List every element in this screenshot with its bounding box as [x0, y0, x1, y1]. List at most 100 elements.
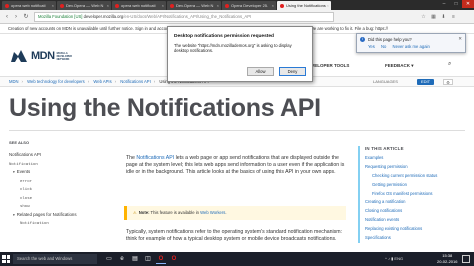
url-path: /en-US/docs/Web/API/Notifications_API/Us…	[123, 14, 252, 19]
tray-up-icon[interactable]: ^ ♪ ▮	[385, 256, 394, 261]
never-ask-link[interactable]: Never ask me again	[393, 44, 430, 49]
tab-label: opera web notificati	[11, 3, 46, 8]
feedback-yes-link[interactable]: Yes	[368, 44, 375, 49]
close-window-icon[interactable]: ✕	[462, 0, 474, 8]
search-icon[interactable]: ⌕	[448, 61, 451, 68]
task-view-icon[interactable]: ▭	[104, 254, 114, 264]
url-input[interactable]: Mozilla Foundation [US] developer.mozill…	[34, 12, 334, 22]
breadcrumb-link-web-tech[interactable]: Web technology for developers	[27, 79, 85, 84]
breadcrumb-link-web-apis[interactable]: Web APIs	[93, 79, 111, 84]
tab-close-icon[interactable]: ×	[162, 1, 164, 10]
language-indicator[interactable]: ENG	[394, 256, 403, 261]
browser-tab[interactable]: Opera Developer 25. ×	[222, 1, 276, 10]
sidebar-item[interactable]: error	[9, 177, 109, 186]
sidebar-item[interactable]: Notification	[9, 219, 109, 228]
allow-button[interactable]: Allow	[247, 67, 274, 76]
tab-close-icon[interactable]: ×	[107, 1, 109, 10]
opera-developer-icon[interactable]: O	[169, 254, 179, 264]
tab-close-icon[interactable]: ×	[327, 1, 329, 10]
more-options-icon[interactable]: ⚙	[443, 79, 453, 85]
toc-link[interactable]: Replacing existing notifications	[365, 225, 468, 234]
maximize-icon[interactable]: □	[450, 0, 462, 8]
tab-close-icon[interactable]: ×	[217, 1, 219, 10]
minimize-icon[interactable]: –	[438, 0, 450, 8]
web-workers-link[interactable]: Web Workers	[200, 210, 225, 215]
warning-icon: ⚠	[133, 210, 137, 215]
dialog-title: Desktop notifications permission request…	[174, 34, 274, 39]
tab-close-icon[interactable]: ×	[52, 1, 54, 10]
toc-link[interactable]: Requesting permission	[365, 163, 468, 172]
tab-favicon-icon	[60, 3, 64, 8]
store-icon[interactable]: ◫	[143, 254, 153, 264]
toc-link[interactable]: Notification events	[365, 216, 468, 225]
edge-icon[interactable]: e	[117, 254, 127, 264]
notification-permission-dialog: Desktop notifications permission request…	[167, 26, 313, 82]
sidebar-item[interactable]: show	[9, 202, 109, 211]
browser-tab[interactable]: Using the Notifications ×	[277, 1, 331, 10]
system-tray: ^ ♪ ▮ ENG	[385, 254, 411, 264]
toc-link[interactable]: Examples	[365, 154, 468, 163]
opera-browser-icon[interactable]: O	[156, 254, 166, 264]
toc-link[interactable]: Specifications	[365, 234, 468, 243]
tab-close-icon[interactable]: ×	[272, 1, 274, 10]
tab-label: opera web notificati	[121, 3, 156, 8]
clock[interactable]: 15:38 20-02-2016	[437, 253, 457, 264]
sidebar-item-label: click	[20, 188, 33, 192]
mdn-dino-icon	[11, 50, 27, 62]
notifications-api-link[interactable]: Notifications API	[136, 155, 174, 161]
table-of-contents: IN THIS ARTICLE Examples Requesting permi…	[358, 146, 468, 243]
browser-tab[interactable]: opera web notificati ×	[112, 1, 166, 10]
feedback-popup: i Did this page help you? ✕ Yes No Never…	[356, 33, 466, 53]
sidebar-item[interactable]: Notifications API	[9, 151, 109, 160]
sidebar-item[interactable]: close	[9, 194, 109, 203]
mdn-logo[interactable]: MDN MOZILLA DEVELOPER NETWORK	[10, 48, 72, 64]
browser-tab[interactable]: opera web notificati ×	[2, 1, 56, 10]
sidebar-item-label: close	[20, 196, 33, 201]
languages-menu[interactable]: LANGUAGES	[373, 77, 398, 87]
windows-start-icon[interactable]	[2, 255, 10, 263]
toc-link[interactable]: Closing notifications	[365, 207, 468, 216]
menu-icon[interactable]: ≡	[450, 14, 457, 21]
clock-date: 20-02-2016	[437, 258, 458, 264]
note-text: This feature is available in	[149, 210, 201, 215]
reload-icon[interactable]: ↻	[22, 13, 30, 21]
toc-link[interactable]: Checking current permission status	[365, 172, 468, 181]
taskbar-search-input[interactable]: Search the web and Windows	[13, 254, 97, 264]
browser-tab[interactable]: Dev.Opera — Web N ×	[57, 1, 111, 10]
see-also-sidebar: SEE ALSO Notifications API Notification ▾ E…	[9, 140, 109, 228]
taskbar-apps: ▭ e ▤ ◫ O O	[104, 254, 179, 264]
toc-link[interactable]: Getting permission	[365, 181, 468, 190]
close-icon[interactable]: ✕	[458, 36, 462, 42]
browser-tab[interactable]: Dev.Opera — Web N ×	[167, 1, 221, 10]
note-period: .	[225, 210, 227, 215]
sidebar-item[interactable]: ▾ Events	[9, 168, 109, 177]
sidebar-item-label: Notification	[20, 222, 49, 226]
feedback-no-link[interactable]: No	[381, 44, 386, 49]
speed-dial-icon[interactable]: ▦	[430, 14, 437, 21]
sidebar-item[interactable]: Notification	[9, 160, 109, 169]
breadcrumb-link-notifications-api[interactable]: Notifications API	[120, 79, 151, 84]
article-paragraph: Typically, system notifications refer to…	[126, 229, 342, 243]
sidebar-item[interactable]: ▾ Related pages for Notifications	[9, 211, 109, 220]
sidebar-item[interactable]: click	[9, 185, 109, 194]
expand-triangle-icon[interactable]: ▾	[13, 170, 15, 174]
breadcrumb-link-mdn[interactable]: MDN	[9, 79, 19, 84]
download-icon[interactable]: ⬇	[440, 14, 447, 21]
toc-link[interactable]: Creating a notification	[365, 198, 468, 207]
bookmark-icon[interactable]: ☆	[420, 14, 427, 21]
intro-text: The	[126, 155, 137, 161]
forward-icon[interactable]: ›	[12, 13, 20, 21]
sidebar-item-label: show	[20, 205, 30, 209]
expand-triangle-icon[interactable]: ▾	[13, 213, 15, 217]
file-explorer-icon[interactable]: ▤	[130, 254, 140, 264]
sidebar-item-label: Related pages for Notifications	[16, 211, 77, 217]
feedback-menu[interactable]: FEEDBACK ▾	[385, 63, 414, 69]
deny-button[interactable]: Deny	[279, 67, 306, 76]
action-center-icon[interactable]	[462, 255, 470, 263]
tab-label: Opera Developer 25.	[231, 3, 269, 8]
tab-favicon-icon	[5, 3, 9, 8]
toc-link[interactable]: Firefox OS manifest permissions	[365, 190, 468, 199]
back-icon[interactable]: ‹	[3, 13, 11, 21]
feedback-question: Did this page help you?	[368, 37, 412, 42]
edit-button[interactable]: EDIT	[417, 79, 435, 85]
